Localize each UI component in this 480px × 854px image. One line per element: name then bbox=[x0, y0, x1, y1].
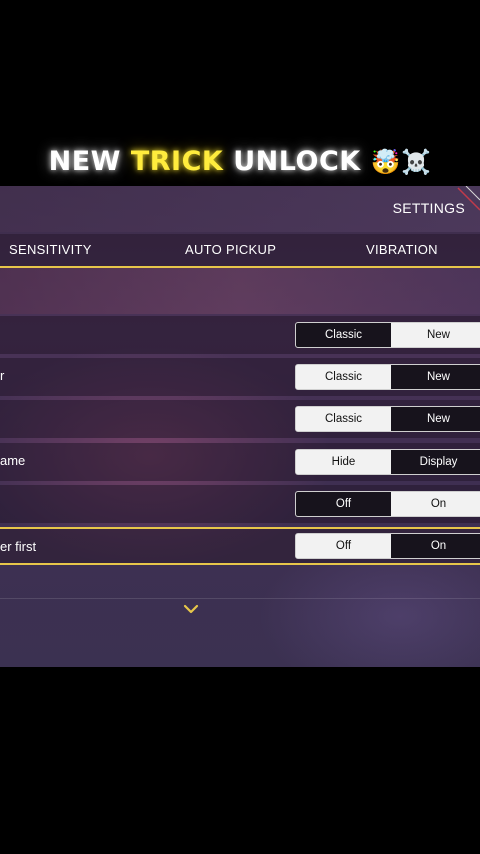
segmented-toggle: Classic New bbox=[295, 364, 480, 390]
segmented-toggle: Classic New bbox=[295, 406, 480, 432]
option-new[interactable]: New bbox=[391, 365, 480, 389]
section-header-band bbox=[0, 268, 480, 314]
option-new[interactable]: New bbox=[391, 323, 480, 347]
setting-row-1: Classic New bbox=[0, 316, 480, 354]
option-off[interactable]: Off bbox=[296, 534, 391, 558]
segmented-toggle: Off On bbox=[295, 491, 480, 517]
setting-row-4: ame Hide Display bbox=[0, 443, 480, 481]
segmented-toggle: Off On bbox=[295, 533, 480, 559]
segmented-toggle: Hide Display bbox=[295, 449, 480, 475]
headline-highlight: TRICK bbox=[130, 146, 224, 177]
setting-row-3: Classic New bbox=[0, 400, 480, 438]
headline-part2: UNLOCK bbox=[223, 146, 371, 177]
setting-label: ame bbox=[0, 453, 26, 468]
corner-slash-icon bbox=[457, 186, 480, 211]
option-classic[interactable]: Classic bbox=[296, 365, 391, 389]
option-off[interactable]: Off bbox=[296, 492, 391, 516]
segmented-toggle: Classic New bbox=[295, 322, 480, 348]
divider bbox=[0, 598, 480, 599]
setting-row-6: er first Off On bbox=[0, 527, 480, 565]
option-display[interactable]: Display bbox=[391, 450, 480, 474]
setting-row-2: r Classic New bbox=[0, 358, 480, 396]
option-classic[interactable]: Classic bbox=[296, 323, 391, 347]
headline-part1: NEW bbox=[48, 146, 131, 177]
tab-auto-pickup[interactable]: AUTO PICKUP bbox=[185, 242, 276, 257]
chevron-down-icon[interactable] bbox=[183, 603, 199, 615]
option-new[interactable]: New bbox=[391, 407, 480, 431]
tab-vibration[interactable]: VIBRATION bbox=[366, 242, 438, 257]
headline-caption: NEW TRICK UNLOCK 🤯☠️ bbox=[0, 146, 480, 177]
title-bar: SETTINGS bbox=[0, 186, 480, 232]
setting-label: r bbox=[0, 368, 5, 383]
option-on[interactable]: On bbox=[391, 534, 480, 558]
option-classic[interactable]: Classic bbox=[296, 407, 391, 431]
setting-row-5: Off On bbox=[0, 485, 480, 523]
option-on[interactable]: On bbox=[391, 492, 480, 516]
settings-panel: SETTINGS SENSITIVITY AUTO PICKUP VIBRATI… bbox=[0, 186, 480, 667]
headline-emoji: 🤯☠️ bbox=[370, 148, 432, 176]
option-hide[interactable]: Hide bbox=[296, 450, 391, 474]
setting-label: er first bbox=[0, 539, 37, 554]
tab-sensitivity[interactable]: SENSITIVITY bbox=[9, 242, 92, 257]
settings-tabs: SENSITIVITY AUTO PICKUP VIBRATION bbox=[0, 234, 480, 268]
